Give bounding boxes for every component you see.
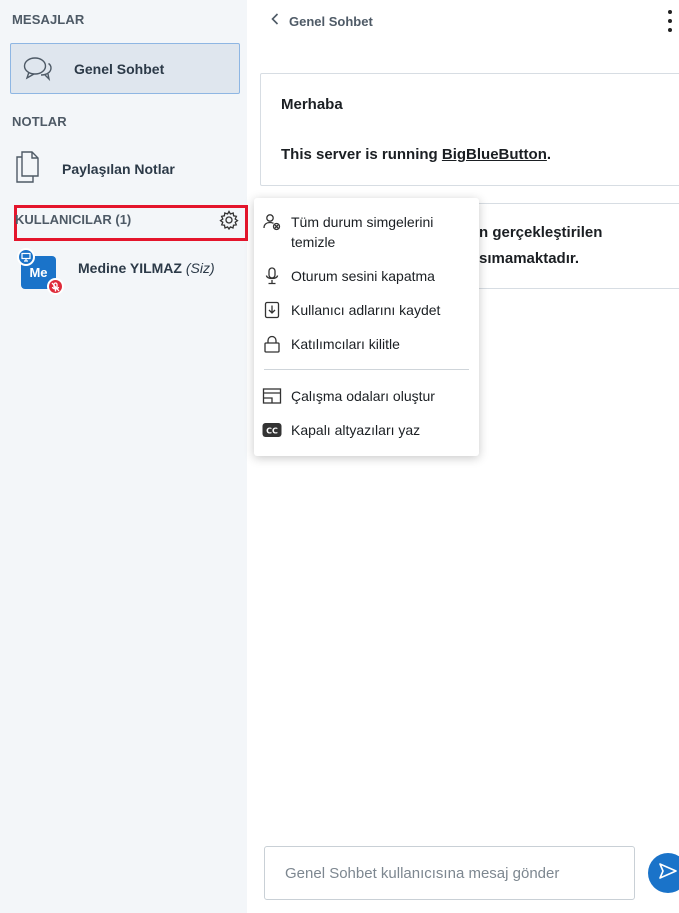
sidebar-item-label: Paylaşılan Notlar [62,161,175,177]
back-to-chat-list-button[interactable]: Genel Sohbet [271,12,373,30]
user-list-item[interactable]: Me Medine YILMAZ (Siz) [17,248,240,295]
menu-item-mute-all[interactable]: Oturum sesini kapatma [262,266,477,286]
chat-bubbles-icon [21,52,55,86]
menu-item-write-closed-captions[interactable]: CC Kapalı altyazıları yaz [262,420,477,440]
send-icon [658,862,678,885]
user-options-menu: Tüm durum simgelerini temizle Oturum ses… [254,198,479,456]
message-input[interactable] [285,864,634,882]
breakout-rooms-icon [262,386,282,406]
message-composer [264,846,635,900]
user-name-text: Medine YILMAZ [78,260,182,276]
download-icon [262,300,282,320]
chat-title: Genel Sohbet [289,13,373,29]
welcome-server-text: This server is running [281,146,442,163]
menu-item-save-user-names[interactable]: Kullanıcı adlarını kaydet [262,300,477,320]
bigbluebutton-link[interactable]: BigBlueButton [442,146,547,163]
menu-item-create-breakout-rooms[interactable]: Çalışma odaları oluştur [262,386,477,406]
sidebar-item-public-chat[interactable]: Genel Sohbet [10,43,240,94]
notice-line-2: sımamaktadır. [479,250,580,267]
notes-section-title: NOTLAR [12,114,67,129]
svg-text:CC: CC [266,427,278,436]
avatar-initials: Me [29,265,48,280]
presenter-icon [17,248,35,266]
chat-header: Genel Sohbet [247,0,679,44]
menu-item-label: Kullanıcı adlarını kaydet [291,302,441,318]
welcome-period: . [546,146,552,163]
sidebar-item-label: Genel Sohbet [74,60,165,77]
sidebar-item-shared-notes[interactable]: Paylaşılan Notlar [14,148,240,190]
microphone-icon [262,266,282,286]
clear-status-icon [262,212,282,232]
lock-icon [262,334,282,354]
menu-item-label: Kapalı altyazıları yaz [291,422,421,438]
menu-divider [264,369,469,370]
document-icon [14,150,40,189]
menu-item-label: Çalışma odaları oluştur [291,388,435,404]
menu-item-label: Katılımcıları kilitle [291,336,400,352]
more-options-icon[interactable] [665,10,675,32]
gear-icon[interactable] [219,210,239,231]
chevron-left-icon [271,12,279,30]
user-name: Medine YILMAZ (Siz) [78,260,215,276]
welcome-message: Merhaba This server is running BigBlueBu… [260,73,679,186]
you-label: (Siz) [185,260,215,276]
messages-section-title: MESAJLAR [12,12,85,27]
welcome-server-info: This server is running BigBlueButton. [281,146,551,163]
send-message-button[interactable] [648,853,679,893]
notice-line-1: n gerçekleştirilen [479,224,603,241]
menu-item-label: Oturum sesini kapatma [291,268,435,284]
sidebar: MESAJLAR Genel Sohbet NOTLAR Paylaşılan … [0,0,248,913]
avatar: Me [17,248,64,295]
closed-captions-icon: CC [262,420,282,440]
menu-item-lock-viewers[interactable]: Katılımcıları kilitle [262,334,477,354]
users-section-header: KULLANICILAR (1) [14,205,248,241]
muted-microphone-icon [47,278,64,295]
menu-item-clear-status[interactable]: Tüm durum simgelerini temizle [262,212,477,252]
menu-item-label: Tüm durum simgelerini temizle [291,214,434,250]
users-section-title: KULLANICILAR (1) [15,212,132,227]
welcome-greeting: Merhaba [281,96,343,113]
